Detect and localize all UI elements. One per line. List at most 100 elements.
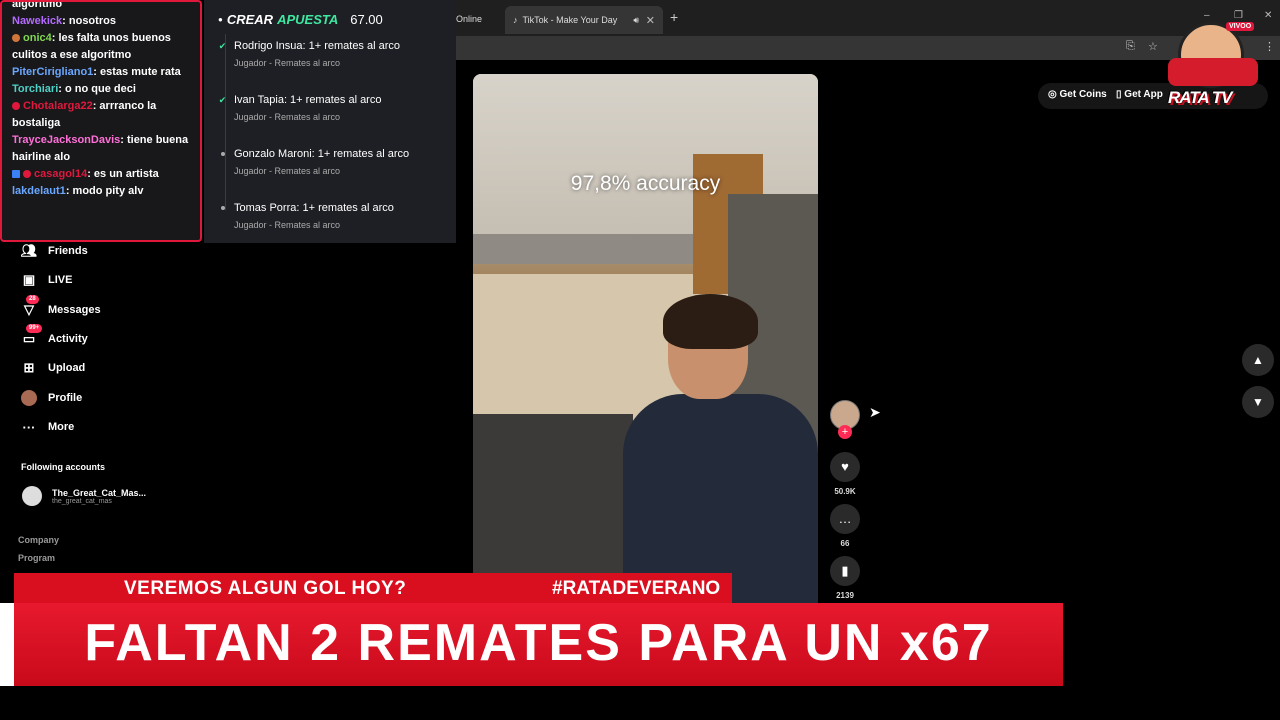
main-banner: FALTAN 2 REMATES PARA UN x67	[0, 603, 1063, 686]
sidebar-item-messages[interactable]: ▽ 28 Messages	[20, 295, 101, 321]
follow-plus-icon[interactable]: +	[838, 425, 852, 439]
get-coins-button[interactable]: ◎ Get Coins	[1048, 89, 1107, 100]
bookmark-icon[interactable]: ▮	[830, 556, 860, 586]
get-app-button[interactable]: ▯ Get App	[1116, 89, 1163, 100]
footer-link-company[interactable]: Company	[18, 535, 59, 545]
bet-apuesta-label: APUESTA	[277, 12, 339, 27]
comment-count: 66	[840, 539, 850, 548]
window-close-icon[interactable]: ✕	[1264, 10, 1272, 21]
messages-icon: ▽ 28	[20, 295, 39, 318]
mouse-cursor-icon: ➤	[869, 404, 881, 420]
bet-header: ● CREAR APUESTA 67.00	[218, 12, 383, 27]
footer-link-program[interactable]: Program	[18, 553, 55, 563]
chat-text: : nosotros	[62, 15, 116, 27]
account-handle: the_great_cat_mas	[52, 497, 112, 505]
sidebar-item-more[interactable]: ··· More	[20, 416, 75, 438]
account-name: The_Great_Cat_Mas...	[52, 487, 147, 498]
bet-crear-label: CREAR	[226, 12, 274, 27]
browser-tab-online[interactable]: Online ✕	[456, 8, 546, 30]
tab-label: Online	[456, 14, 483, 24]
browser-tab-tiktok[interactable]: ♪ TikTok - Make Your Day 🔊︎ ✕	[505, 6, 663, 34]
chat-username[interactable]: casagol14	[34, 168, 87, 180]
chat-username[interactable]: TrayceJacksonDavis	[12, 134, 120, 146]
get-coins-label: Get Coins	[1059, 89, 1107, 100]
friends-icon: 👥︎	[20, 243, 38, 258]
sidebar-item-label: Friends	[48, 245, 88, 257]
video-overlay-text: 97,8% accuracy	[570, 172, 721, 195]
bookmark-star-icon[interactable]: ☆	[1148, 40, 1158, 53]
phone-icon: ▯	[1116, 89, 1122, 100]
sidebar-item-label: Profile	[48, 392, 83, 404]
check-icon: ✔	[218, 41, 227, 51]
chat-text: : modo pity alv	[65, 185, 144, 197]
chat-message: Chotalarga22: arrranco la bostaliga	[12, 98, 194, 132]
chat-message: PiterCirigliano1: estas mute rata	[12, 64, 194, 81]
speaker-icon[interactable]: 🔊︎	[633, 15, 639, 26]
bookmark-count: 2139	[836, 591, 854, 600]
person-hair	[663, 294, 758, 349]
sidebar-item-activity[interactable]: ▭ 99+ Activity	[20, 324, 88, 350]
profile-icon	[20, 390, 38, 407]
sidebar-item-label: More	[48, 421, 75, 433]
chat-username[interactable]: PiterCirigliano1	[12, 66, 93, 78]
sidebar-item-label: Activity	[48, 333, 88, 345]
chat-message: casagol14: es un artista	[12, 166, 194, 183]
like-heart-icon[interactable]: ♥	[830, 452, 860, 482]
more-icon: ···	[22, 419, 36, 435]
chat-message: Nawekick: nosotros	[12, 13, 194, 30]
chat-message: onic4: les falta unos buenos culitos a e…	[12, 30, 194, 64]
next-video-chevron-down-icon[interactable]: ▼	[1242, 386, 1274, 418]
get-app-label: Get App	[1124, 89, 1163, 100]
video-player[interactable]: 97,8% accuracy	[473, 74, 818, 614]
video-frame-hood	[473, 234, 693, 264]
menu-dots-icon[interactable]: ⋮	[1264, 40, 1275, 53]
chat-text: algoritmo	[12, 0, 63, 10]
avatar	[22, 486, 42, 506]
close-icon[interactable]: ✕	[646, 14, 655, 27]
bullet-icon: ●	[218, 15, 223, 24]
chat-message: algoritmo	[12, 0, 194, 13]
main-banner-text: FALTAN 2 REMATES PARA UN x67	[84, 614, 993, 672]
bet-selection-market: Jugador - Remates al arco	[234, 58, 341, 68]
like-count: 50.9K	[834, 487, 856, 496]
main-banner-fill: FALTAN 2 REMATES PARA UN x67	[14, 603, 1063, 686]
chat-text: : o no que deci	[58, 83, 136, 95]
ticker-banner: VEREMOS ALGUN GOL HOY? #RATADEVERANO	[14, 573, 732, 603]
ticker-question: VEREMOS ALGUN GOL HOY?	[124, 578, 407, 599]
following-account[interactable]: The_Great_Cat_Mas... the_great_cat_mas	[22, 486, 146, 506]
chat-message: Torchiari: o no que deci	[12, 81, 194, 98]
check-icon: ✔	[218, 95, 227, 105]
sidebar-item-live[interactable]: ▣ LIVE	[20, 269, 73, 291]
bet-selection-title: Tomas Porra: 1+ remates al arco	[234, 202, 394, 214]
chat-username[interactable]: Chotalarga22	[23, 100, 93, 112]
bet-selection-market: Jugador - Remates al arco	[234, 220, 341, 230]
chat-username[interactable]: lakdelaut1	[12, 185, 66, 197]
user-badge-icon	[12, 170, 20, 179]
bet-odds: 67.00	[350, 12, 383, 27]
tiktok-logo-icon: ♪	[513, 15, 518, 25]
previous-video-chevron-up-icon[interactable]: ▲	[1242, 344, 1274, 376]
chat-username[interactable]: onic4	[23, 32, 52, 44]
stream-chat: algoritmo Nawekick: nosotros onic4: les …	[0, 0, 202, 242]
rata-tv-logo: VIVOO RATA TV	[1166, 18, 1260, 112]
sidebar-item-friends[interactable]: 👥︎ Friends	[20, 240, 88, 262]
chat-text: : es un artista	[87, 168, 159, 180]
new-tab-icon[interactable]: +	[670, 9, 678, 25]
chat-username[interactable]: Torchiari	[12, 83, 58, 95]
bet-slip: ● CREAR APUESTA 67.00 ✔ Rodrigo Insua: 1…	[204, 0, 456, 243]
following-accounts-heading: Following accounts	[21, 462, 106, 472]
coin-icon: ◎	[1048, 89, 1057, 100]
install-icon[interactable]: ⎘	[1126, 40, 1135, 53]
live-icon: ▣	[22, 272, 36, 287]
bet-timeline	[225, 34, 226, 210]
ticker-hashtag: #RATADEVERANO	[552, 578, 721, 599]
logo-brand-text: RATA TV	[1168, 88, 1233, 107]
chat-username[interactable]: Nawekick	[12, 15, 62, 27]
sidebar-item-profile[interactable]: Profile	[20, 387, 82, 409]
user-badge-icon	[12, 102, 20, 111]
bet-selection-market: Jugador - Remates al arco	[234, 166, 341, 176]
pending-dot-icon	[221, 152, 225, 156]
sidebar-item-upload[interactable]: ⊞ Upload	[20, 357, 86, 379]
live-badge: VIVOO	[1226, 22, 1255, 31]
comment-icon[interactable]: …	[830, 504, 860, 534]
